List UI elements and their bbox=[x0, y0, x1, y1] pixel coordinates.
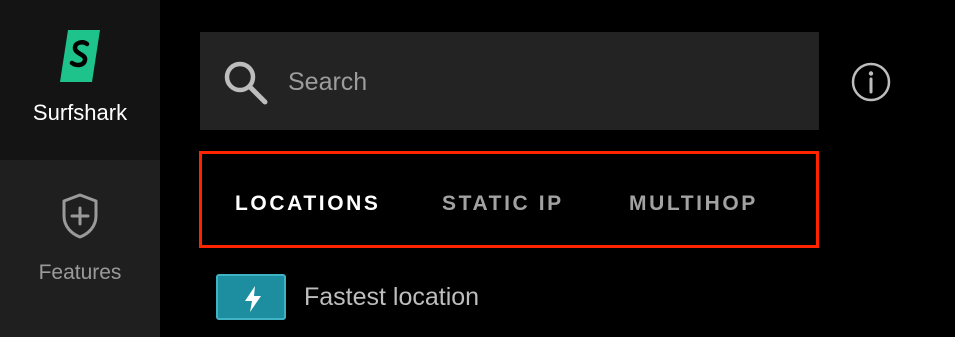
tab-locations[interactable]: LOCATIONS bbox=[235, 192, 381, 216]
search-icon bbox=[222, 59, 270, 107]
search-box[interactable] bbox=[200, 32, 819, 130]
sidebar-item-surfshark[interactable]: Surfshark bbox=[0, 0, 160, 160]
fastest-location-label: Fastest location bbox=[304, 283, 480, 311]
sidebar-item-label: Features bbox=[38, 261, 122, 284]
shield-plus-icon bbox=[60, 192, 100, 240]
tab-static-ip[interactable]: STATIC IP bbox=[442, 192, 564, 216]
sidebar: Surfshark Features bbox=[0, 0, 160, 337]
lightning-icon bbox=[216, 274, 286, 320]
fastest-location-item[interactable]: Fastest location bbox=[216, 274, 716, 322]
app-window: Surfshark Features Search LOCATIONS STAT… bbox=[0, 0, 955, 337]
location-tabs: LOCATIONS STATIC IP MULTIHOP bbox=[199, 151, 819, 248]
info-icon[interactable] bbox=[850, 61, 892, 103]
tab-multihop[interactable]: MULTIHOP bbox=[629, 192, 758, 216]
sidebar-item-features[interactable]: Features bbox=[0, 160, 160, 337]
search-input[interactable] bbox=[288, 62, 788, 102]
sidebar-brand-label: Surfshark bbox=[32, 100, 128, 125]
surfshark-logo-icon bbox=[56, 28, 104, 84]
